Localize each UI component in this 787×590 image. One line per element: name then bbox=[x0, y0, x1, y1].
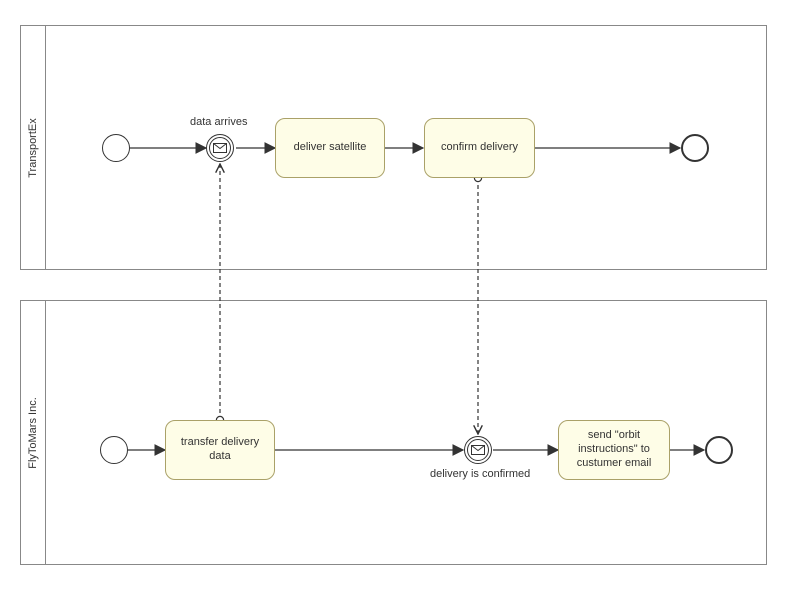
end-event-transportex[interactable] bbox=[681, 134, 709, 162]
label-delivery-confirmed: delivery is confirmed bbox=[430, 468, 530, 480]
task-deliver-satellite[interactable]: deliver satellite bbox=[275, 118, 385, 178]
message-event-data-arrives[interactable] bbox=[206, 134, 234, 162]
pool-header-flytomars: FlyToMars Inc. bbox=[21, 301, 46, 564]
task-deliver-satellite-label: deliver satellite bbox=[294, 141, 367, 155]
start-event-transportex[interactable] bbox=[102, 134, 130, 162]
message-event-delivery-confirmed[interactable] bbox=[464, 436, 492, 464]
envelope-icon bbox=[471, 445, 485, 455]
end-event-flytomars[interactable] bbox=[705, 436, 733, 464]
task-transfer-delivery-data-label: transfer delivery data bbox=[170, 436, 270, 464]
start-event-flytomars[interactable] bbox=[100, 436, 128, 464]
label-data-arrives: data arrives bbox=[190, 116, 247, 128]
pool-label-transportex: TransportEx bbox=[27, 118, 39, 178]
task-confirm-delivery[interactable]: confirm delivery bbox=[424, 118, 535, 178]
pool-transportex: TransportEx bbox=[20, 25, 767, 270]
task-send-orbit-instructions-label: send "orbit instructions" to custumer em… bbox=[563, 429, 665, 470]
pool-header-transportex: TransportEx bbox=[21, 26, 46, 269]
task-transfer-delivery-data[interactable]: transfer delivery data bbox=[165, 420, 275, 480]
task-confirm-delivery-label: confirm delivery bbox=[441, 141, 518, 155]
task-send-orbit-instructions[interactable]: send "orbit instructions" to custumer em… bbox=[558, 420, 670, 480]
pool-label-flytomars: FlyToMars Inc. bbox=[27, 397, 39, 469]
envelope-icon bbox=[213, 143, 227, 153]
bpmn-canvas: TransportEx FlyToMars Inc. bbox=[0, 0, 787, 590]
